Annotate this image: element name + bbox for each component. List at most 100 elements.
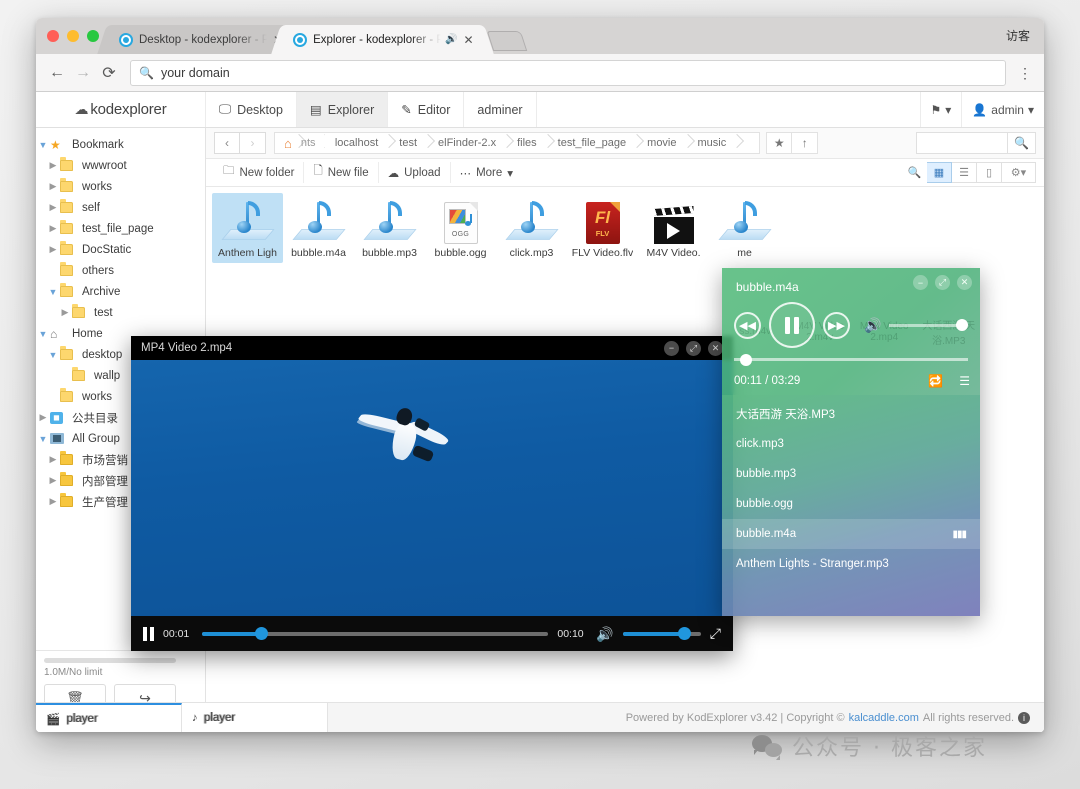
- file-item[interactable]: me: [709, 193, 780, 263]
- forward-button[interactable]: →: [70, 64, 96, 82]
- file-item[interactable]: Fl FLV FLV Video.flv: [567, 193, 638, 263]
- file-item[interactable]: click.mp3: [496, 193, 567, 263]
- chevron-right-icon[interactable]: ▶: [36, 412, 50, 423]
- music-volume-slider[interactable]: [889, 319, 968, 331]
- video-canvas[interactable]: [131, 360, 733, 616]
- file-item[interactable]: OGG bubble.ogg: [425, 193, 496, 263]
- maximize-window-button[interactable]: [87, 30, 99, 42]
- tab-audio-muted-icon[interactable]: 🔊: [445, 34, 457, 45]
- sidebar-item-bookmark[interactable]: ▼ ★ Bookmark: [36, 134, 205, 155]
- repeat-icon[interactable]: 🔁: [928, 374, 943, 388]
- playlist-item[interactable]: 大话西游 天浴.MP3: [722, 399, 980, 429]
- sidebar-item-self[interactable]: ▶ self: [36, 197, 205, 218]
- chevron-down-icon[interactable]: ▼: [36, 140, 50, 150]
- chevron-right-icon[interactable]: ▶: [58, 307, 72, 318]
- breadcrumb-item[interactable]: music: [688, 132, 738, 154]
- sidebar-item-archive-test[interactable]: ▶ test: [36, 302, 205, 323]
- browser-tab-desktop[interactable]: Desktop - kodexplorer - Power ✕: [97, 25, 303, 54]
- sidebar-item-archive[interactable]: ▼ Archive: [36, 281, 205, 302]
- reload-button[interactable]: ⟳: [96, 63, 122, 83]
- back-button[interactable]: ←: [44, 64, 70, 82]
- video-progress-slider[interactable]: [202, 627, 549, 640]
- breadcrumb-item[interactable]: test_file_page: [548, 132, 638, 154]
- file-item[interactable]: bubble.mp3: [354, 193, 425, 263]
- nav-desktop[interactable]: 🖵 Desktop: [206, 92, 297, 127]
- playlist-item-current[interactable]: bubble.m4a ▮▮▮: [722, 519, 980, 549]
- nav-explorer[interactable]: ▤ Explorer: [296, 92, 389, 127]
- go-up-button[interactable]: ↑: [792, 132, 819, 154]
- music-player-window[interactable]: ss.m4v M4V Video 2.m4v MP4 Video 2.mp4 大…: [722, 268, 980, 616]
- window-traffic-lights[interactable]: [47, 30, 99, 42]
- taskbar-item-music-player[interactable]: ♪ player: [182, 703, 328, 732]
- maximize-icon[interactable]: ⤢: [686, 340, 701, 356]
- user-menu[interactable]: 👤 admin ▾: [961, 92, 1044, 127]
- breadcrumb-item[interactable]: nts: [299, 132, 325, 154]
- menu-icon[interactable]: ☰: [959, 374, 970, 388]
- pause-button[interactable]: [143, 626, 154, 641]
- sidebar-item-wwwroot[interactable]: ▶ wwwroot: [36, 155, 205, 176]
- close-icon[interactable]: ✕: [708, 340, 723, 356]
- search-input[interactable]: [916, 132, 1008, 154]
- breadcrumb-item[interactable]: test: [389, 132, 428, 154]
- nav-editor[interactable]: ✎ Editor: [388, 92, 465, 127]
- path-back-button[interactable]: ‹: [214, 132, 240, 154]
- list-view-button[interactable]: ☰: [952, 162, 977, 183]
- chevron-right-icon[interactable]: ▶: [46, 181, 60, 192]
- new-tab-button[interactable]: [486, 31, 527, 51]
- chevron-right-icon[interactable]: ▶: [46, 496, 60, 507]
- tab-close-icon[interactable]: ✕: [464, 34, 474, 46]
- language-menu[interactable]: ⚑ ▾: [919, 92, 962, 127]
- video-volume-slider[interactable]: [622, 627, 701, 640]
- browser-tab-explorer[interactable]: Explorer - kodexplorer - Po 🔊 ✕: [271, 25, 494, 54]
- music-progress-slider[interactable]: [734, 353, 968, 366]
- speaker-icon[interactable]: 🔊: [596, 627, 613, 641]
- chevron-right-icon[interactable]: ▶: [46, 202, 60, 213]
- chevron-down-icon[interactable]: ▼: [36, 329, 50, 339]
- chevron-down-icon[interactable]: ▼: [46, 350, 60, 360]
- file-item[interactable]: M4V Video.: [638, 193, 709, 263]
- sidebar-item-test-file-page[interactable]: ▶ test_file_page: [36, 218, 205, 239]
- chevron-right-icon[interactable]: ▶: [46, 160, 60, 171]
- chevron-down-icon[interactable]: ▼: [36, 434, 50, 444]
- close-icon[interactable]: ✕: [957, 275, 972, 290]
- previous-track-button[interactable]: ◀◀: [734, 311, 761, 339]
- pause-button[interactable]: [769, 302, 815, 348]
- view-settings-button[interactable]: ⚙▾: [1002, 162, 1036, 183]
- sidebar-item-docstatic[interactable]: ▶ DocStatic: [36, 239, 205, 260]
- playlist-item[interactable]: bubble.mp3: [722, 459, 980, 489]
- playlist-item[interactable]: Anthem Lights - Stranger.mp3: [722, 549, 980, 579]
- address-bar[interactable]: 🔍 your domain: [130, 59, 1006, 86]
- music-playlist[interactable]: 大话西游 天浴.MP3 click.mp3 bubble.mp3 bubble.…: [722, 395, 980, 616]
- taskbar-item-video-player[interactable]: 🎬 player: [36, 703, 182, 732]
- path-forward-button[interactable]: ›: [240, 132, 266, 154]
- close-window-button[interactable]: [47, 30, 59, 42]
- playlist-item[interactable]: click.mp3: [722, 429, 980, 459]
- split-view-button[interactable]: ▯: [977, 162, 1002, 183]
- video-player-titlebar[interactable]: MP4 Video 2.mp4 − ⤢ ✕: [131, 336, 733, 360]
- guest-profile-label[interactable]: 访客: [1006, 27, 1030, 44]
- breadcrumb-item[interactable]: movie: [637, 132, 687, 154]
- app-logo[interactable]: ☁ kodexplorer: [36, 92, 206, 127]
- credit-link[interactable]: kalcaddle.com: [849, 712, 919, 724]
- minimize-icon[interactable]: −: [913, 275, 928, 290]
- favorite-path-button[interactable]: ★: [766, 132, 793, 154]
- new-file-button[interactable]: 🗋 New file: [304, 162, 379, 183]
- breadcrumb-item[interactable]: localhost: [325, 132, 389, 154]
- playlist-item[interactable]: bubble.ogg: [722, 489, 980, 519]
- maximize-icon[interactable]: ⤢: [935, 275, 950, 290]
- chevron-right-icon[interactable]: ▶: [46, 244, 60, 255]
- fullscreen-icon[interactable]: ⤢: [710, 625, 721, 642]
- minimize-icon[interactable]: −: [664, 340, 679, 356]
- upload-button[interactable]: ☁ Upload: [379, 162, 451, 183]
- new-folder-button[interactable]: 🗀 New folder: [214, 162, 305, 183]
- minimize-window-button[interactable]: [67, 30, 79, 42]
- file-item[interactable]: bubble.m4a: [283, 193, 354, 263]
- info-icon[interactable]: i: [1018, 711, 1030, 724]
- browser-menu-button[interactable]: ⋮: [1014, 66, 1036, 80]
- next-track-button[interactable]: ▶▶: [823, 311, 850, 339]
- zoom-icon[interactable]: 🔍: [902, 162, 927, 183]
- breadcrumb-item[interactable]: files: [507, 132, 548, 154]
- chevron-down-icon[interactable]: ▼: [46, 287, 60, 297]
- nav-adminer[interactable]: adminer: [464, 92, 537, 127]
- chevron-right-icon[interactable]: ▶: [46, 223, 60, 234]
